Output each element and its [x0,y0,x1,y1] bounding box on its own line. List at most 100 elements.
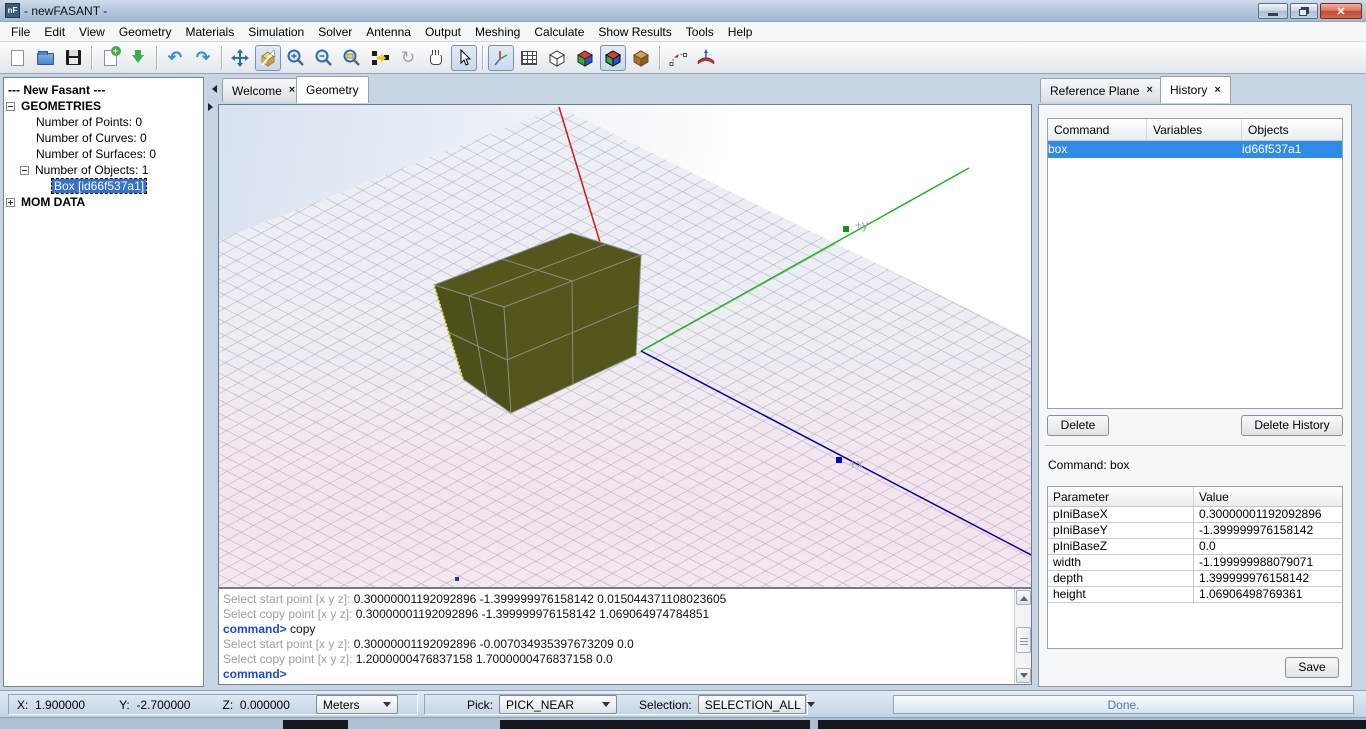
tree-curves[interactable]: Number of Curves: 0 [34,130,201,146]
process-view-button[interactable] [367,45,393,71]
tab-history[interactable]: History × [1160,76,1231,103]
zoom-fit-button[interactable] [227,45,253,71]
console-line: Select copy point [x y z]: 1.20000004768… [223,652,613,666]
col-objects[interactable]: Objects [1242,119,1342,140]
tree-geometries[interactable]: GEOMETRIES [6,98,201,114]
orbit-view-button[interactable] [255,44,281,71]
grid-origin-marker [455,577,459,581]
tree-objects[interactable]: Number of Objects: 1 [20,162,201,178]
menu-edit[interactable]: Edit [37,22,72,42]
collapse-left-icon[interactable] [208,85,217,93]
axis-x-label: +x [849,456,864,471]
save-button[interactable]: Save [1285,657,1339,678]
undo-button[interactable]: ↶ [162,45,188,71]
toggle-grid-button[interactable] [516,45,542,71]
zoom-out-button[interactable] [311,45,337,71]
open-file-button[interactable] [32,45,58,71]
tab-reference-plane[interactable]: Reference Plane × [1040,78,1163,102]
menu-tools[interactable]: Tools [679,22,721,42]
restore-button[interactable] [1290,3,1318,19]
scroll-up-button[interactable] [1016,590,1031,605]
rotate-view-button[interactable]: ↻ [395,45,421,71]
new-file-button[interactable] [4,45,30,71]
collapse-icon[interactable] [20,165,29,175]
col-value[interactable]: Value [1194,487,1342,506]
menu-output[interactable]: Output [418,22,468,42]
toolbar-separator [91,45,92,70]
viewport-3d[interactable]: +y +x [218,104,1032,588]
menu-show-results[interactable]: Show Results [591,22,678,42]
taskbar-strip [0,717,1366,729]
tree-surfaces-label: Number of Surfaces: 0 [36,147,157,161]
toggle-axes-button[interactable] [488,44,514,71]
menu-calculate[interactable]: Calculate [527,22,591,42]
tab-geometry[interactable]: Geometry [296,76,369,103]
scroll-down-button[interactable] [1016,668,1031,683]
param-row[interactable]: height 1.06906498769361 [1048,587,1342,603]
param-row[interactable]: depth 1.399999976158142 [1048,571,1342,587]
curve-tool-button[interactable] [665,45,691,71]
menu-meshing[interactable]: Meshing [468,22,527,42]
menu-geometry[interactable]: Geometry [112,22,179,42]
reference-plane-tool-button[interactable] [693,45,719,71]
expand-icon[interactable] [6,197,15,207]
minimize-button[interactable] [1258,3,1288,19]
tab-welcome[interactable]: Welcome × [222,78,306,102]
box-object[interactable] [432,232,643,415]
col-parameter[interactable]: Parameter [1048,487,1194,506]
tree-mom-data[interactable]: MOM DATA [6,194,201,210]
save-file-button[interactable] [60,45,86,71]
pan-view-button[interactable] [423,45,449,71]
import-button[interactable] [125,45,151,71]
solid-cube-icon [632,49,650,67]
console-scrollbar[interactable] [1014,589,1031,684]
select-pointer-button[interactable] [451,44,477,71]
param-row[interactable]: width -1.199999988079071 [1048,555,1342,571]
param-row[interactable]: pIniBaseY -1.399999976158142 [1048,523,1342,539]
tab-close-icon[interactable]: × [1214,84,1220,96]
delete-history-button[interactable]: Delete History [1241,415,1343,436]
menu-antenna[interactable]: Antenna [359,22,418,42]
redo-button[interactable]: ↷ [190,45,216,71]
tab-close-icon[interactable]: × [1146,85,1152,96]
menu-solver[interactable]: Solver [311,22,359,42]
tab-close-icon[interactable]: × [289,85,295,96]
history-table[interactable]: Command Variables Objects box id66f537a1 [1047,118,1343,409]
units-dropdown[interactable]: Meters [315,695,398,714]
view-solid-button[interactable] [628,45,654,71]
pick-dropdown[interactable]: PICK_NEAR [499,695,618,714]
menu-simulation[interactable]: Simulation [241,22,311,42]
main-area: --- New Fasant --- GEOMETRIES Number of … [0,74,1366,690]
command-console[interactable]: Select start point [x y z]: 0.3000000119… [218,588,1032,685]
menu-view[interactable]: View [72,22,112,42]
collapse-icon[interactable] [6,101,15,111]
fit-view-icon [231,48,249,67]
close-button[interactable]: ✕ [1320,3,1362,19]
tree-root[interactable]: --- New Fasant --- [6,82,201,98]
param-row[interactable]: pIniBaseZ 0.0 [1048,539,1342,555]
zoom-window-icon [343,49,360,66]
panel-splitter[interactable] [205,77,217,687]
tree-box-item[interactable]: Box [id66f537a1] [50,178,201,194]
scrollbar-thumb[interactable] [1016,627,1031,653]
delete-button[interactable]: Delete [1047,415,1109,436]
view-shaded-edges-button[interactable] [600,44,626,71]
tree-points[interactable]: Number of Points: 0 [34,114,201,130]
tree-surfaces[interactable]: Number of Surfaces: 0 [34,146,201,162]
selection-dropdown[interactable]: SELECTION_ALL [697,695,815,714]
menu-materials[interactable]: Materials [179,22,242,42]
col-variables[interactable]: Variables [1147,119,1242,140]
new-geometry-button[interactable]: + [97,45,123,71]
arrow-up-icon [1019,592,1028,601]
zoom-window-button[interactable] [339,45,365,71]
collapse-right-icon[interactable] [208,103,217,111]
menu-file[interactable]: File [4,22,37,42]
history-row-selected[interactable]: box id66f537a1 [1048,141,1342,158]
param-row[interactable]: pIniBaseX 0.30000001192092896 [1048,507,1342,523]
menu-help[interactable]: Help [721,22,760,42]
view-wireframe-button[interactable] [544,45,570,71]
zoom-in-button[interactable] [283,45,309,71]
view-shaded-button[interactable] [572,45,598,71]
col-command[interactable]: Command [1048,119,1147,140]
parameter-table[interactable]: Parameter Value pIniBaseX 0.3000000119209… [1047,486,1343,649]
